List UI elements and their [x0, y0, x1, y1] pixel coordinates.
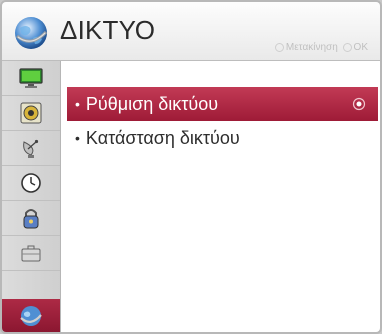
- navigation-hint: Μετακίνηση OK: [273, 42, 368, 53]
- options-briefcase-icon: [21, 245, 41, 262]
- satellite-dish-icon: [23, 139, 39, 158]
- network-globe-icon: [20, 306, 42, 326]
- page-title: ΔΙΚΤΥΟ: [60, 15, 156, 45]
- menu-item-label: Κατάσταση δικτύου: [85, 127, 240, 148]
- sidebar-item-audio[interactable]: [2, 96, 60, 131]
- network-globe-icon: [15, 17, 48, 49]
- move-hint-icon: [274, 42, 284, 52]
- clock-icon: [21, 173, 41, 193]
- header-bar: ΔΙΚΤΥΟ Μετακίνηση OK: [2, 2, 380, 61]
- menu-item-label: Ρύθμιση δικτύου: [85, 93, 219, 114]
- bullet: •: [75, 130, 80, 146]
- sidebar-item-channel[interactable]: [2, 131, 60, 166]
- bullet: •: [75, 96, 80, 112]
- sidebar-item-network[interactable]: [2, 299, 60, 332]
- sidebar-item-picture[interactable]: [2, 61, 60, 96]
- ok-hint-icon: [342, 42, 352, 52]
- settings-window: ΔΙΚΤΥΟ Μετακίνηση OK • Ρύθμιση δικτύου •…: [0, 0, 382, 334]
- menu-item-network-status[interactable]: • Κατάσταση δικτύου: [67, 121, 378, 155]
- hint-ok-label: OK: [353, 42, 368, 53]
- audio-speaker-icon: [20, 102, 42, 124]
- hint-move-label: Μετακίνηση: [285, 42, 338, 53]
- sidebar-item-lock[interactable]: [2, 201, 60, 236]
- menu-panel: • Ρύθμιση δικτύου • Κατάσταση δικτύου: [61, 61, 380, 332]
- ok-select-icon: [352, 97, 366, 111]
- lock-icon: [23, 209, 39, 229]
- sidebar-item-option[interactable]: [2, 236, 60, 271]
- picture-tv-icon: [19, 68, 43, 88]
- sidebar-item-time[interactable]: [2, 166, 60, 201]
- menu-item-network-setting[interactable]: • Ρύθμιση δικτύου: [67, 87, 378, 121]
- category-sidebar: [2, 61, 61, 332]
